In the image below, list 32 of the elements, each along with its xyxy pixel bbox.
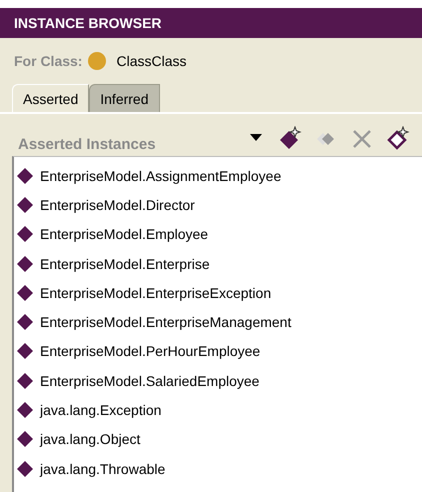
diamond-icon: [16, 225, 34, 244]
instance-item[interactable]: EnterpriseModel.Employee: [40, 226, 208, 242]
for-class-label: For Class:: [14, 53, 82, 69]
instance-item[interactable]: EnterpriseModel.SalariedEmployee: [40, 372, 260, 389]
class-name[interactable]: ClassClass: [116, 53, 186, 69]
diamond-star-icon[interactable]: [278, 126, 302, 150]
class-icon: [88, 52, 106, 70]
tab[interactable]: Inferred: [89, 84, 160, 112]
instance-item[interactable]: EnterpriseModel.EnterpriseManagement: [40, 314, 292, 330]
diamond-icon: [16, 196, 34, 214]
diamond-icon: [16, 284, 34, 302]
diamond-icon: [16, 401, 34, 420]
instance-item[interactable]: EnterpriseModel.Director: [40, 196, 195, 213]
dropdown-icon[interactable]: [250, 134, 262, 142]
tab[interactable]: Asserted: [12, 84, 90, 112]
diamond-icon: [16, 460, 34, 478]
instance-item[interactable]: EnterpriseModel.PerHourEmployee: [40, 343, 260, 360]
diamond-icon: [16, 372, 34, 390]
diamond-icon: [16, 166, 34, 185]
diamond-icon: [16, 254, 34, 273]
diamond-outline-star-icon[interactable]: [386, 126, 410, 150]
diamond-icon: [16, 313, 34, 332]
instance-item[interactable]: java.lang.Exception: [40, 402, 162, 418]
instance-item[interactable]: EnterpriseModel.EnterpriseException: [40, 284, 272, 301]
diamond-icon: [16, 342, 34, 360]
diamond-icon: [16, 430, 34, 448]
instance-item[interactable]: EnterpriseModel.Enterprise: [40, 256, 210, 272]
instance-item[interactable]: EnterpriseModel.AssignmentEmployee: [40, 168, 282, 184]
panel-title: INSTANCE BROWSER: [14, 15, 162, 31]
instance-item[interactable]: java.lang.Object: [40, 431, 140, 448]
instance-item[interactable]: java.lang.Throwable: [40, 460, 166, 477]
list-header: Asserted Instances: [18, 134, 157, 152]
